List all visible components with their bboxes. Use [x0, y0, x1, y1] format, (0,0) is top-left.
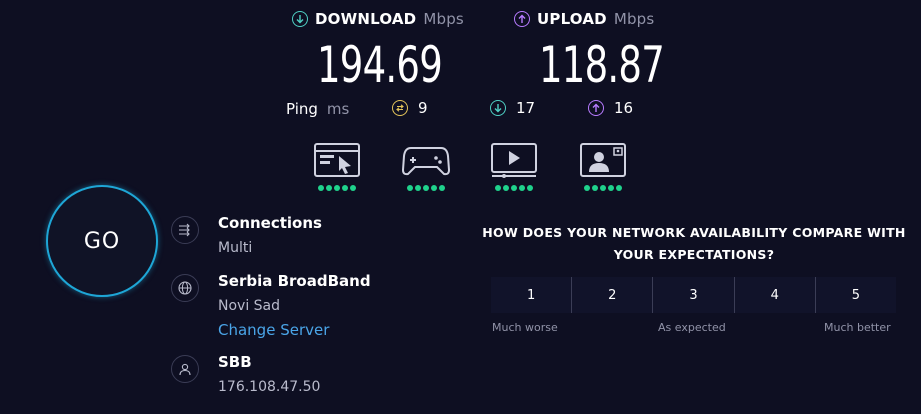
upload-label: UPLOAD — [537, 10, 607, 28]
survey-question: HOW DOES YOUR NETWORK AVAILABILITY COMPA… — [474, 222, 914, 266]
survey-option-3[interactable]: 3 — [653, 277, 735, 313]
upload-unit: Mbps — [613, 10, 655, 28]
survey-question-line1: HOW DOES YOUR NETWORK AVAILABILITY COMPA… — [482, 225, 906, 240]
ping-row: Ping ms — [286, 99, 349, 119]
activity-gaming — [401, 142, 451, 191]
upload-latency-icon — [588, 100, 604, 116]
download-unit: Mbps — [423, 10, 464, 28]
upload-header: UPLOAD Mbps — [514, 10, 708, 28]
activity-video-streaming — [490, 142, 538, 191]
survey-option-2[interactable]: 2 — [572, 277, 654, 313]
user-icon — [171, 355, 199, 383]
change-server-link[interactable]: Change Server — [218, 321, 329, 339]
globe-icon — [171, 274, 199, 302]
download-metric: DOWNLOAD Mbps 194.69 — [292, 10, 486, 90]
survey-question-line2: YOUR EXPECTATIONS? — [613, 247, 775, 262]
activity-rating-dots — [584, 185, 622, 191]
survey-low-label: Much worse — [492, 321, 558, 334]
video-streaming-icon — [491, 143, 537, 178]
ping-upload-value: 16 — [614, 99, 634, 117]
idle-latency-icon — [392, 100, 408, 116]
connections-icon — [171, 216, 199, 244]
server-location: Novi Sad — [218, 298, 281, 314]
survey-option-4[interactable]: 4 — [734, 277, 816, 313]
connections-title: Connections — [218, 214, 322, 232]
survey-option-5[interactable]: 5 — [815, 277, 897, 313]
isp-name: SBB — [218, 353, 252, 371]
gaming-icon — [401, 147, 451, 176]
upload-metric: UPLOAD Mbps 118.87 — [514, 10, 708, 90]
survey-scale: 1 2 3 4 5 — [491, 277, 897, 313]
connections-value: Multi — [218, 240, 253, 256]
ping-idle-value: 9 — [418, 99, 428, 117]
go-button[interactable]: GO — [46, 185, 158, 297]
ping-unit: ms — [326, 100, 350, 118]
upload-value: 118.87 — [539, 36, 665, 94]
download-latency-icon — [490, 100, 506, 116]
survey-mid-label: As expected — [658, 321, 726, 334]
ping-upload: 16 — [588, 99, 633, 117]
activity-rating-dots — [318, 185, 356, 191]
survey-high-label: Much better — [824, 321, 891, 334]
activity-video-chat — [579, 142, 627, 191]
video-chat-icon — [580, 143, 626, 177]
activity-rating-dots — [407, 185, 445, 191]
download-label: DOWNLOAD — [315, 10, 417, 28]
web-browsing-icon — [314, 143, 360, 177]
download-value: 194.69 — [317, 36, 443, 94]
activity-rating-dots — [495, 185, 533, 191]
upload-arrow-icon — [514, 11, 530, 27]
go-button-label: GO — [83, 228, 121, 254]
ping-label: Ping — [286, 100, 318, 118]
activity-web-browsing — [313, 142, 361, 191]
ping-download-value: 17 — [516, 99, 536, 117]
download-arrow-icon — [292, 11, 308, 27]
isp-ip: 176.108.47.50 — [218, 379, 321, 395]
survey-option-1[interactable]: 1 — [491, 277, 573, 313]
server-name: Serbia BroadBand — [218, 272, 371, 290]
ping-download: 17 — [490, 99, 535, 117]
download-header: DOWNLOAD Mbps — [292, 10, 486, 28]
ping-idle: 9 — [392, 99, 428, 117]
